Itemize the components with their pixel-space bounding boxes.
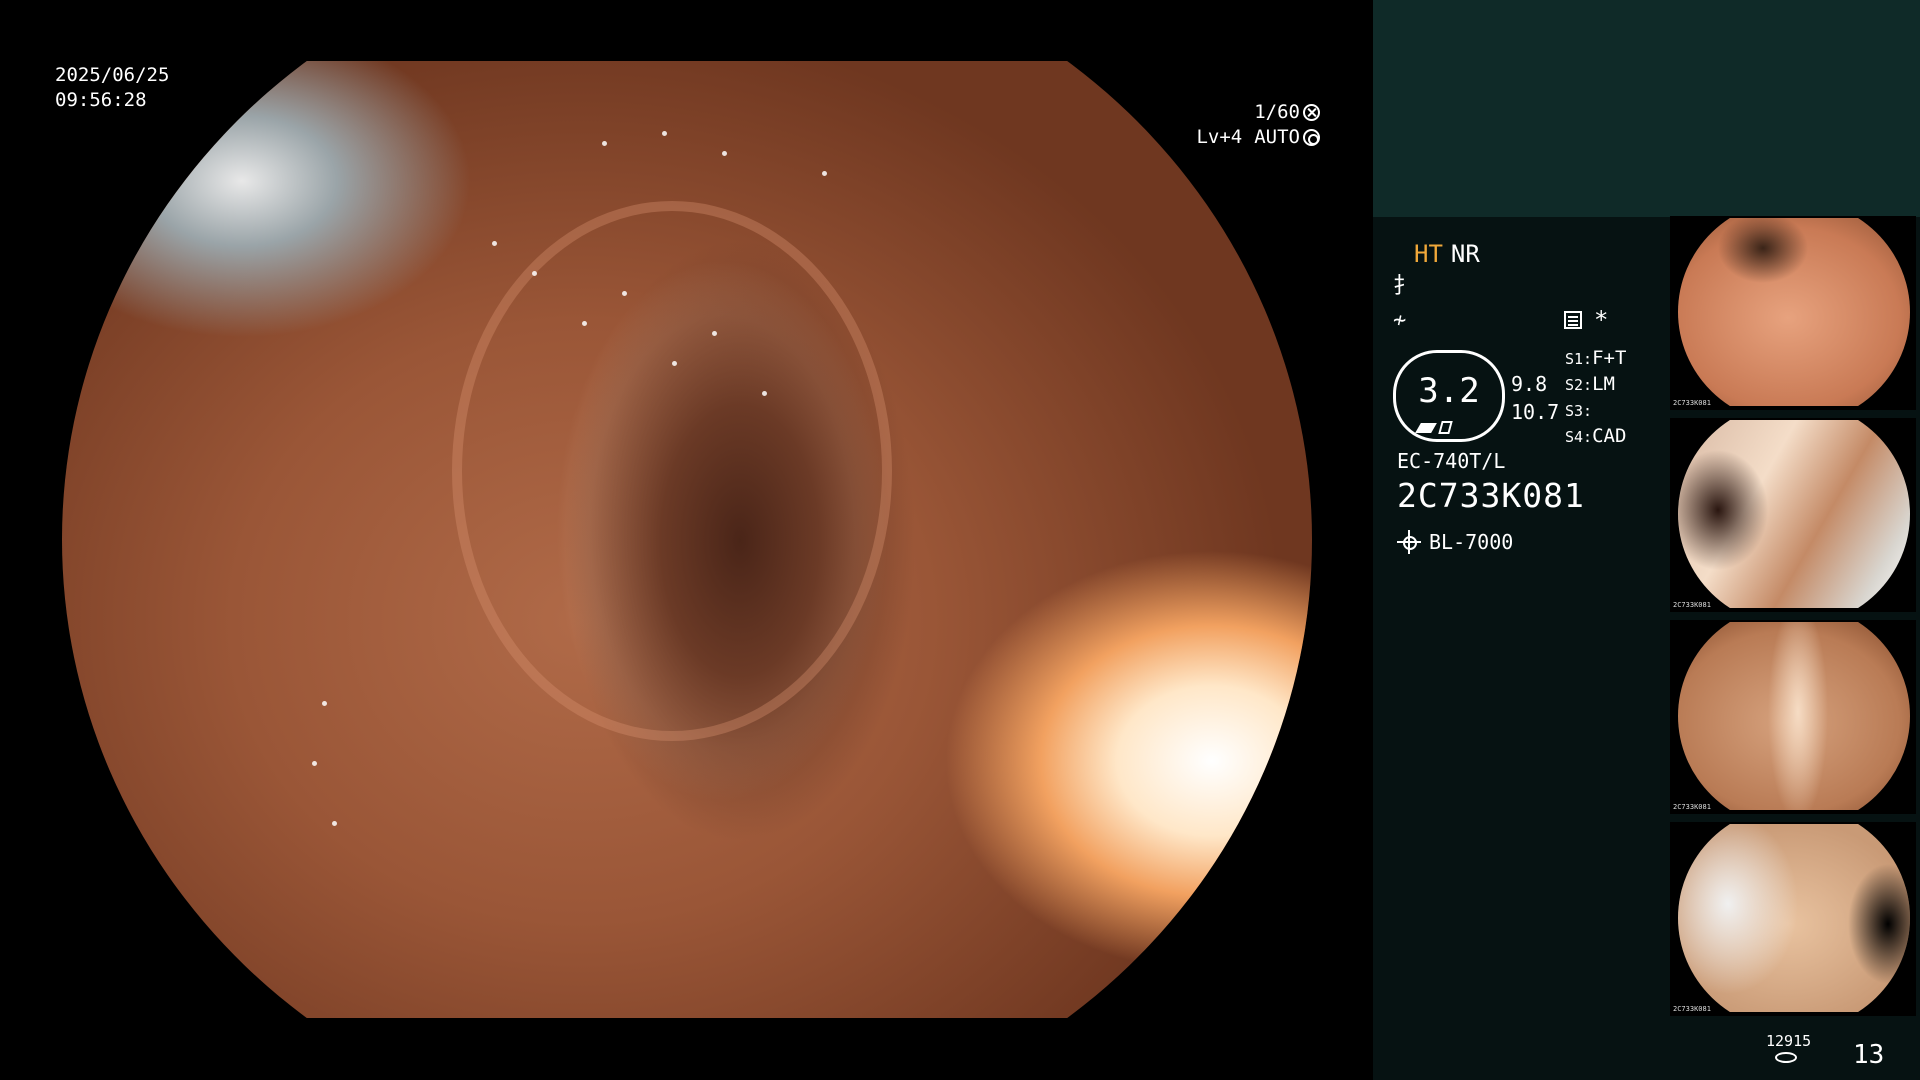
capture-thumbnails: 2C733K081 2C733K081 2C733K081 2C733K081 (1670, 216, 1916, 1024)
thumbnail-image (1678, 420, 1910, 608)
exposure-overlay: 1/60 Lv+4 AUTO (1180, 100, 1320, 150)
shutter-icon (1303, 104, 1320, 121)
thumbnail-tag: 2C733K081 (1673, 399, 1711, 407)
endoscope-image (62, 61, 1312, 1018)
thumbnail-tag: 2C733K081 (1673, 601, 1711, 609)
nr-mode-label: NR (1450, 240, 1480, 268)
zoom-value: 3.2 (1418, 371, 1480, 411)
shutter-speed: 1/60 (1254, 101, 1300, 123)
preset-indicators: * (1564, 306, 1608, 334)
bubble (532, 271, 537, 276)
enhancement-symbol: ⺘ (1393, 274, 1416, 299)
bubble (312, 761, 317, 766)
bubble (322, 701, 327, 706)
bubble (822, 171, 827, 176)
panel-header-area (1373, 0, 1920, 217)
bubble (602, 141, 607, 146)
thumbnail-tag: 2C733K081 (1673, 1005, 1711, 1013)
thumbnail-image (1678, 218, 1910, 406)
switch-row: S1:F+T (1565, 347, 1627, 369)
capture-count: 12915 (1766, 1032, 1812, 1050)
bubble (672, 361, 677, 366)
light-source-icon (1397, 530, 1421, 554)
date-text: 2025/06/25 (55, 64, 170, 86)
zoom-values: 9.8 10.7 (1511, 370, 1559, 426)
image-count: 13 (1853, 1040, 1885, 1070)
thumbnail-image (1678, 824, 1910, 1012)
structure-symbol: ≁ (1393, 308, 1407, 333)
switch-row: S4:CAD (1565, 425, 1627, 447)
scope-switch-list: S1:F+T S2:LM S3: S4:CAD (1565, 346, 1626, 450)
bubble (332, 821, 337, 826)
preset-list-icon (1564, 311, 1582, 329)
bubble (492, 241, 497, 246)
thumbnail[interactable]: 2C733K081 (1670, 418, 1916, 612)
switch-row: S2:LM (1565, 373, 1615, 395)
thumbnail-tag: 2C733K081 (1673, 803, 1711, 811)
scope-serial: 2C733K081 (1397, 476, 1585, 515)
bubble (722, 151, 727, 156)
status-panel: HT NR ⺘ ≁ * 3.2 9.8 10.7 S1:F+T S2:LM S3:… (1373, 0, 1920, 1080)
zoom-value-2: 10.7 (1511, 400, 1560, 424)
bubble (622, 291, 627, 296)
mode-status: HT NR ⺘ ≁ (1393, 240, 1653, 336)
light-source: BL-7000 (1397, 530, 1513, 554)
brightness-level: Lv+4 (1196, 126, 1243, 148)
iris-mode: AUTO (1254, 126, 1300, 148)
bubble (712, 331, 717, 336)
endoscope-view: 2025/06/25 09:56:28 1/60 Lv+4 AUTO (0, 0, 1373, 1080)
zoom-frame-icon (1438, 421, 1453, 434)
mucosa-fold (452, 201, 892, 741)
bubble (662, 131, 667, 136)
thumbnail[interactable]: 2C733K081 (1670, 620, 1916, 814)
thumbnail-image (1678, 622, 1910, 810)
bubble (762, 391, 767, 396)
disk-icon (1775, 1052, 1797, 1063)
thumbnail[interactable]: 2C733K081 (1670, 216, 1916, 410)
preset-star: * (1594, 306, 1609, 334)
light-source-model: BL-7000 (1429, 530, 1514, 554)
time-text: 09:56:28 (55, 89, 147, 111)
ht-mode-label: HT (1414, 240, 1443, 268)
iris-icon (1303, 129, 1320, 146)
thumbnail[interactable]: 2C733K081 (1670, 822, 1916, 1016)
datetime-overlay: 2025/06/25 09:56:28 (55, 63, 169, 113)
switch-row: S3: (1565, 402, 1593, 420)
zoom-indicator: 3.2 (1393, 350, 1505, 442)
zoom-value-1: 9.8 (1511, 372, 1548, 396)
zoom-marker-icon (1415, 423, 1437, 433)
bubble (582, 321, 587, 326)
scope-model: EC-740T/L (1397, 449, 1506, 473)
